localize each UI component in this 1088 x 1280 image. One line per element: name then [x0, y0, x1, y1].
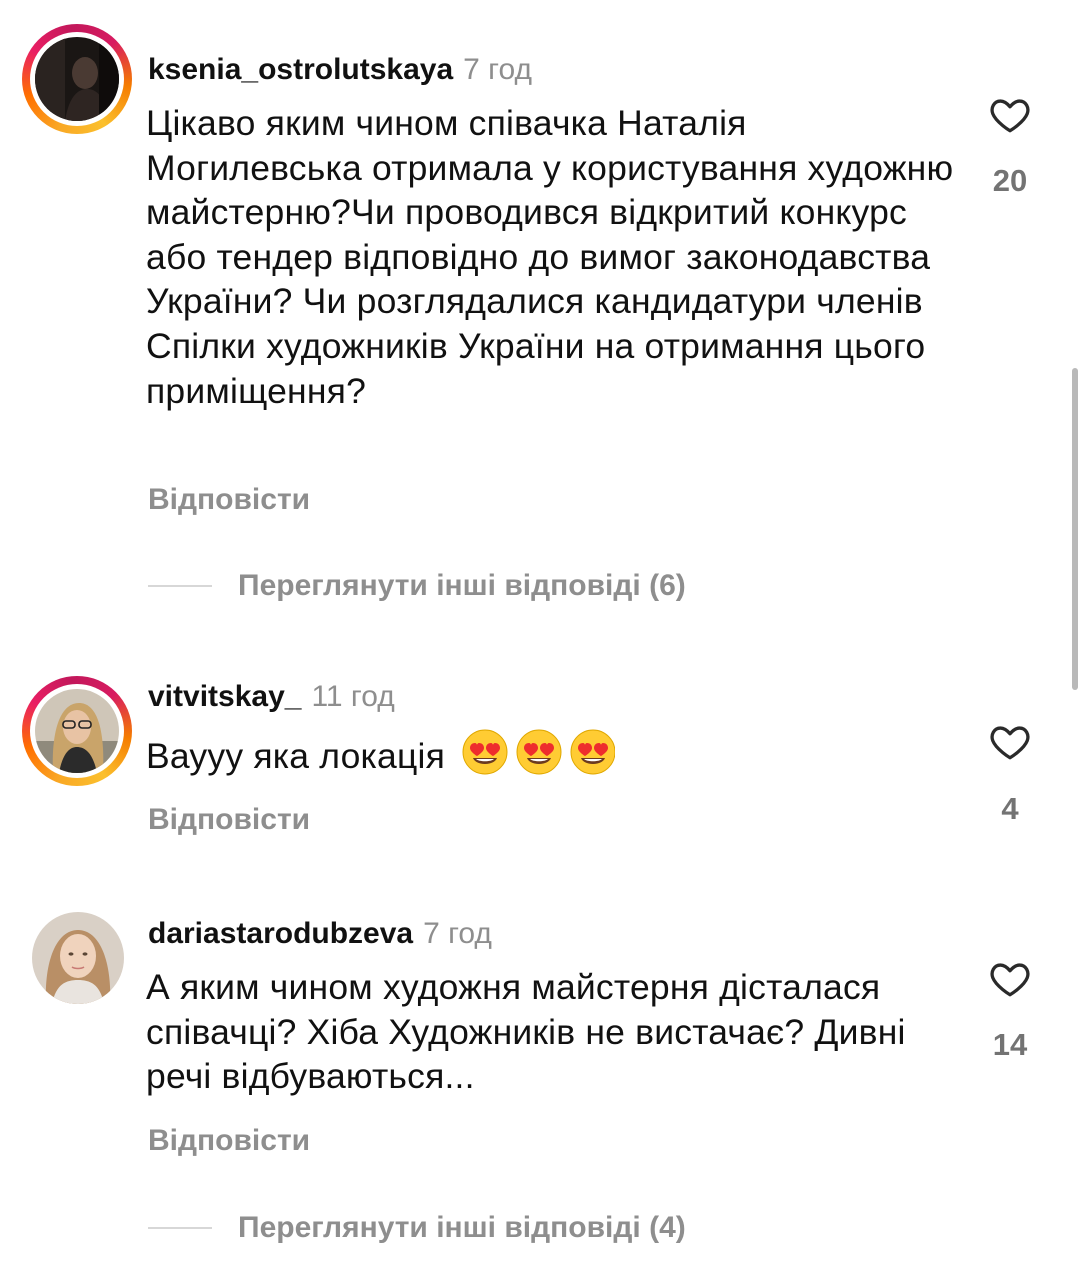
avatar[interactable]	[32, 912, 124, 1004]
heart-eyes-emoji	[461, 728, 616, 787]
scrollbar[interactable]	[1072, 368, 1078, 690]
divider	[148, 1227, 212, 1229]
avatar[interactable]	[35, 37, 119, 121]
reply-button[interactable]: Відповісти	[148, 1123, 310, 1159]
like-button[interactable]: 4	[970, 720, 1050, 826]
heart-outline-icon[interactable]	[988, 720, 1032, 764]
comment-time: 11 год	[311, 680, 395, 713]
username[interactable]: dariastarodubzeva	[148, 917, 413, 950]
view-replies-label[interactable]: Переглянути інші відповіді (6)	[238, 566, 686, 606]
like-count: 14	[992, 1027, 1028, 1062]
comment-text-body: Ваууу яка локація	[146, 736, 446, 776]
reply-button[interactable]: Відповісти	[148, 802, 310, 838]
heart-outline-icon[interactable]	[988, 957, 1032, 1001]
comment-text: Цікаво яким чином співачка Наталія Могил…	[146, 103, 954, 411]
like-button[interactable]: 14	[970, 957, 1050, 1062]
comment-time: 7 год	[423, 917, 492, 950]
heart-outline-icon[interactable]	[988, 93, 1032, 137]
like-count: 4	[1001, 791, 1019, 826]
comment-time: 7 год	[463, 53, 532, 86]
username[interactable]: ksenia_ostrolutskaya	[148, 53, 453, 86]
view-replies-label[interactable]: Переглянути інші відповіді (4)	[238, 1208, 686, 1248]
story-ring[interactable]	[22, 676, 132, 786]
story-ring[interactable]	[22, 24, 132, 134]
avatar[interactable]	[35, 689, 119, 773]
username[interactable]: vitvitskay_	[148, 680, 301, 713]
like-count: 20	[992, 163, 1028, 198]
reply-button[interactable]: Відповісти	[148, 482, 310, 518]
like-button[interactable]: 20	[970, 93, 1050, 198]
comment-text: А яким чином художня майстерня дісталася…	[146, 967, 906, 1097]
divider	[148, 585, 212, 587]
comment-text: Ваууу яка локація	[146, 728, 966, 787]
